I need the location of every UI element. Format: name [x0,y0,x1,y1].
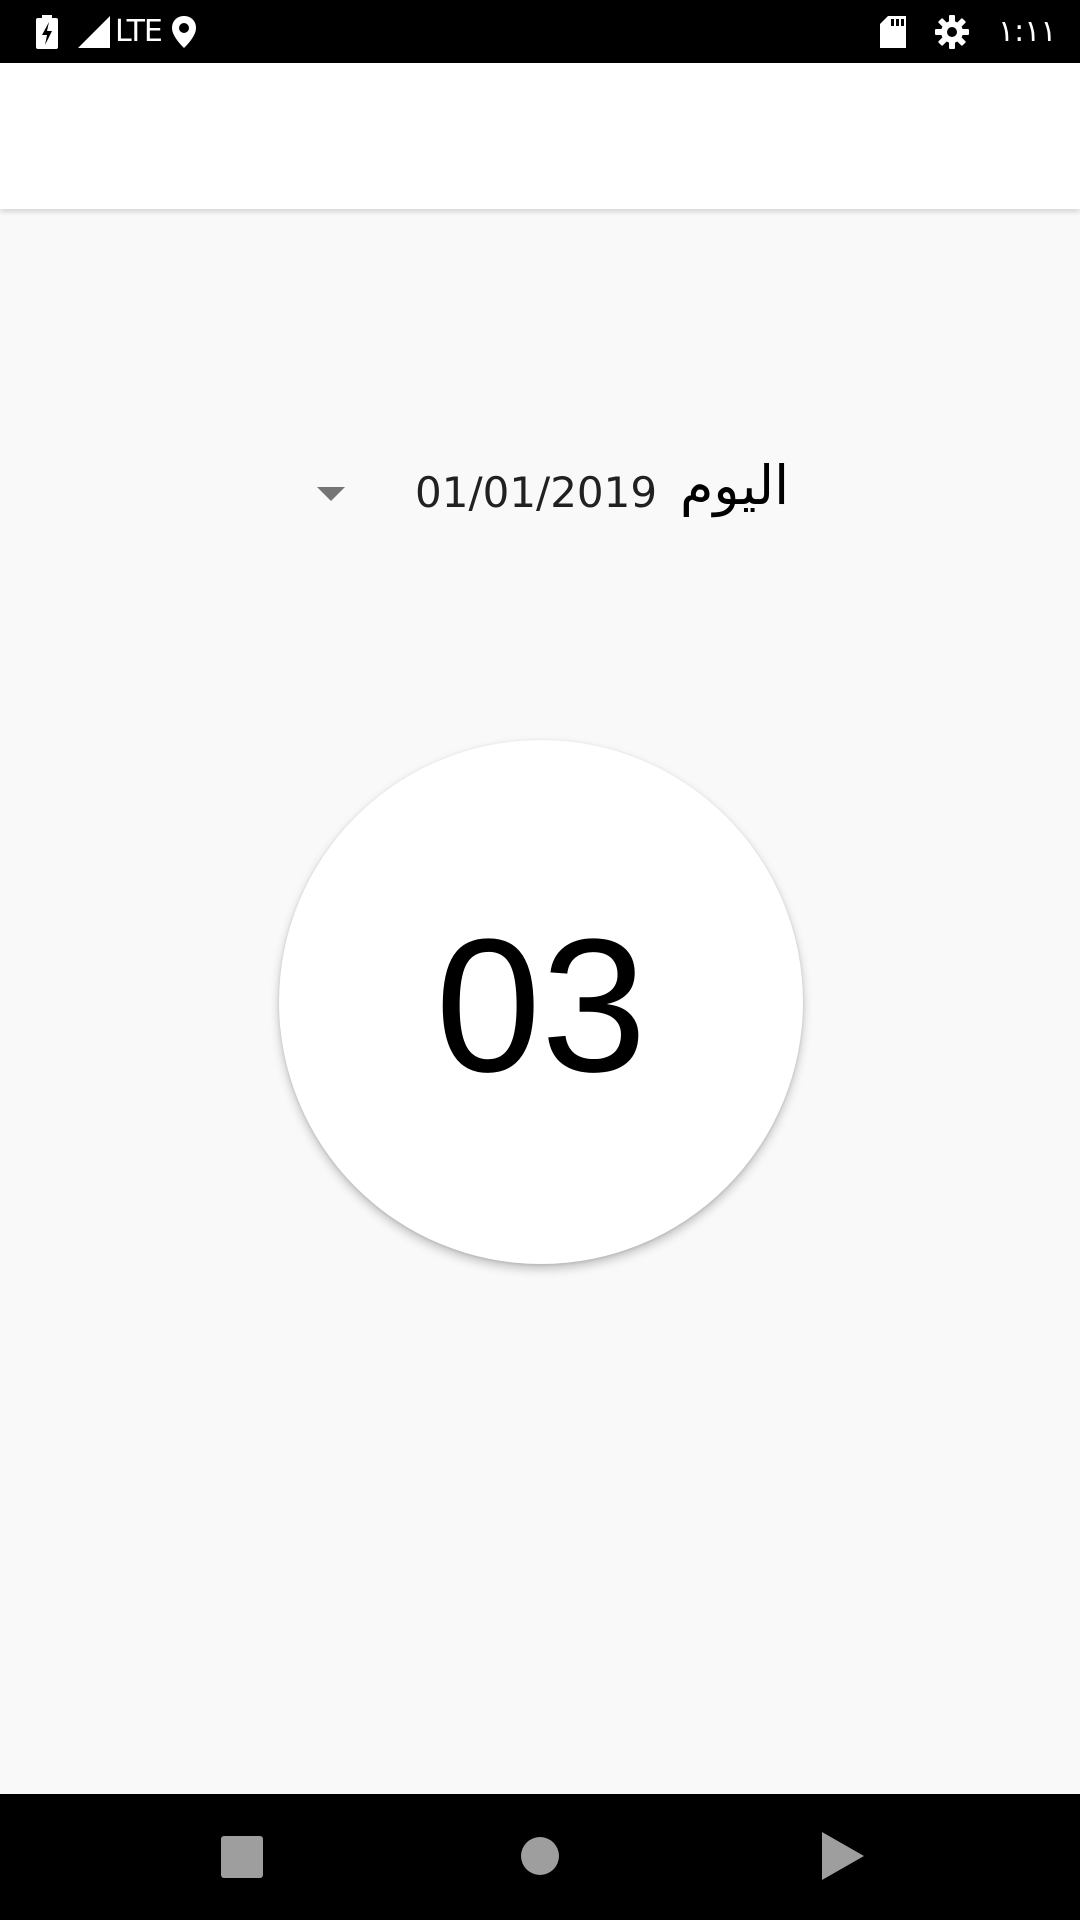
network-type: LTE [115,14,163,49]
date-selector[interactable]: 01/01/2019 اليوم [0,440,1080,540]
recents-square-icon[interactable] [221,1836,263,1882]
app-bar [0,63,1080,209]
signal-icon [78,0,110,63]
status-time: ١:١١ [998,14,1057,49]
selected-date[interactable]: 01/01/2019 [415,468,657,517]
counter-circle[interactable]: 03 [279,740,803,1264]
back-triangle-icon[interactable] [822,1832,864,1884]
status-bar: LTE ١:١١ [0,0,1080,63]
battery-charging-icon [36,0,58,63]
counter-value: 03 [435,900,647,1112]
navigation-bar [0,1794,1080,1920]
settings-icon [935,0,969,63]
home-circle-icon[interactable] [520,1836,560,1880]
day-label: اليوم [680,454,790,517]
location-icon [172,0,196,63]
sd-card-icon [880,0,906,63]
dropdown-arrow-icon[interactable] [317,487,345,501]
